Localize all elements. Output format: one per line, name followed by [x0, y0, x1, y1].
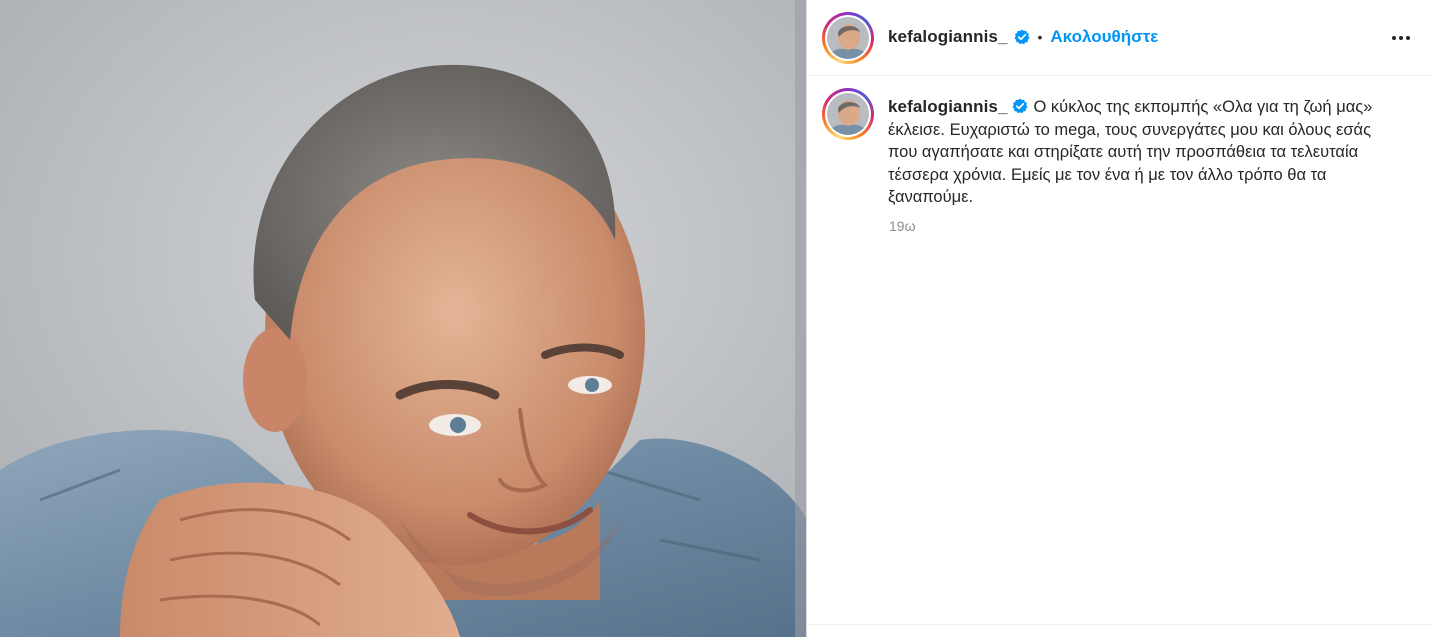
post-header: kefalogiannis_ • Ακολουθήστε [807, 0, 1432, 76]
more-options-icon[interactable] [1392, 36, 1410, 40]
post-photo[interactable] [0, 0, 807, 637]
avatar-image [827, 17, 869, 59]
verified-badge-icon [1012, 98, 1027, 114]
post-timestamp[interactable]: 19ω [889, 218, 916, 234]
username-link[interactable]: kefalogiannis_ [888, 27, 1008, 47]
instagram-post: kefalogiannis_ • Ακολουθήστε kefalogiann… [0, 0, 1432, 637]
verified-badge-icon [1014, 29, 1029, 45]
divider [807, 624, 1432, 625]
portrait-photo [0, 0, 806, 637]
avatar-image [827, 93, 869, 135]
header-user: kefalogiannis_ • Ακολουθήστε [888, 27, 1158, 47]
caption-body: kefalogiannis_ Ο κύκλος της εκπομπής «Ολ… [888, 96, 1388, 209]
caption-username-link[interactable]: kefalogiannis_ [888, 97, 1008, 116]
post-side-panel: kefalogiannis_ • Ακολουθήστε kefalogiann… [807, 0, 1432, 637]
caption-avatar[interactable] [822, 88, 874, 140]
separator-dot: • [1037, 29, 1043, 45]
follow-button[interactable]: Ακολουθήστε [1050, 27, 1158, 47]
avatar[interactable] [822, 12, 874, 64]
